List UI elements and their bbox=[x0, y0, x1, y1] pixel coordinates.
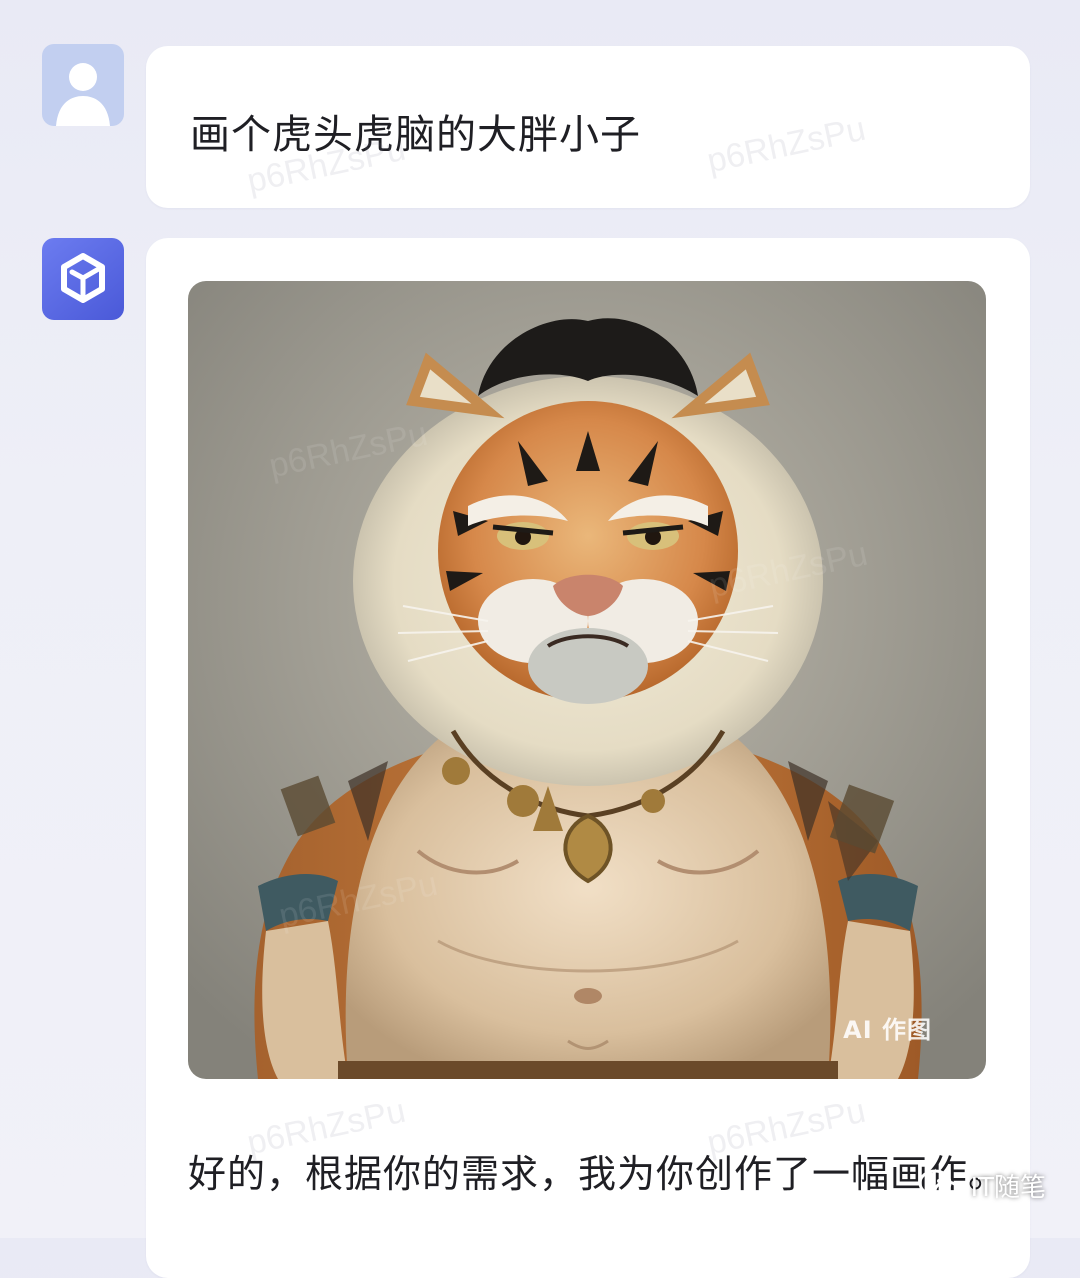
generated-image[interactable]: AI 作图 p6RhZsPu p6RhZsPu p6RhZsPu bbox=[188, 281, 986, 1079]
cube-logo-icon bbox=[61, 253, 105, 303]
user-message-bubble: 画个虎头虎脑的大胖小子 p6RhZsPu p6RhZsPu bbox=[146, 46, 1030, 208]
wechat-icon bbox=[918, 1169, 961, 1201]
person-icon bbox=[56, 63, 110, 126]
user-avatar[interactable] bbox=[42, 44, 124, 126]
ai-badge: AI 作图 bbox=[843, 1016, 932, 1044]
brand-label: IT随笔 bbox=[970, 1173, 1046, 1203]
tiger-illustration bbox=[188, 281, 986, 1079]
assistant-reply-text: 好的，根据你的需求，我为你创作了一幅画作。 bbox=[188, 1152, 1008, 1196]
footer-brand: IT随笔 bbox=[918, 1167, 1046, 1204]
assistant-avatar[interactable] bbox=[42, 238, 124, 320]
user-message-text: 画个虎头虎脑的大胖小子 bbox=[190, 112, 641, 158]
assistant-message-bubble: AI 作图 p6RhZsPu p6RhZsPu p6RhZsPu 好的，根据你的… bbox=[146, 238, 1030, 1278]
watermark: p6RhZsPu bbox=[703, 109, 869, 181]
